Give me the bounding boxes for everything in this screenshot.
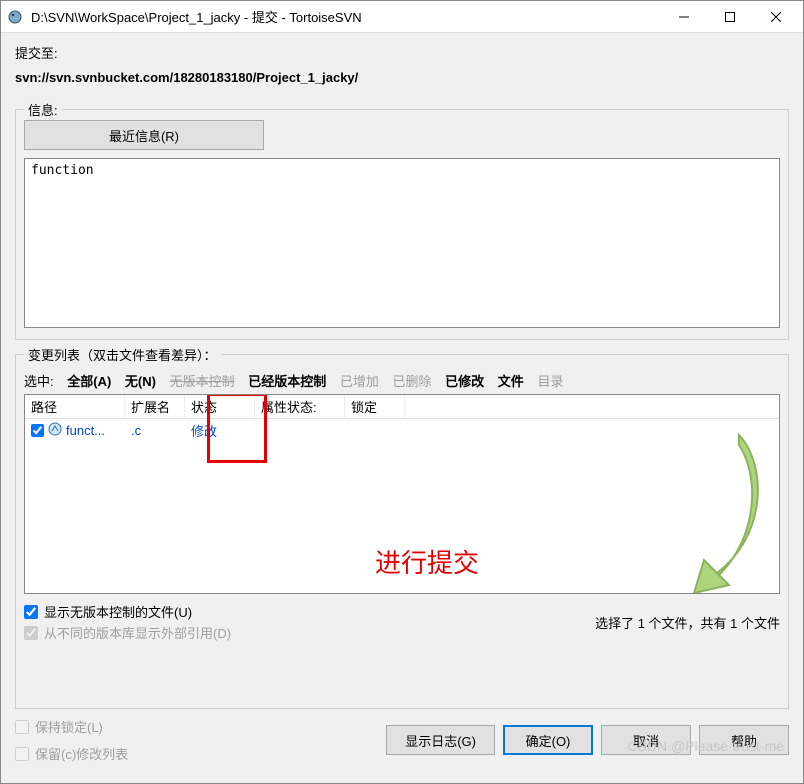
- filter-dirs[interactable]: 目录: [537, 374, 563, 389]
- recent-messages-button[interactable]: 最近信息(R): [24, 120, 264, 150]
- file-list[interactable]: 路径 扩展名 状态 属性状态: 锁定 funct... .c 修改: [24, 394, 780, 594]
- file-list-header: 路径 扩展名 状态 属性状态: 锁定: [25, 395, 779, 419]
- filter-modified[interactable]: 已修改: [445, 374, 484, 389]
- file-ext: .c: [125, 421, 185, 440]
- changelist-legend: 变更列表（双击文件查看差异）：: [24, 345, 221, 364]
- filter-all[interactable]: 全部(A): [67, 374, 111, 389]
- keep-changelist-checkbox: [15, 747, 29, 761]
- message-legend: 信息:: [24, 100, 62, 119]
- keep-changelist-row: 保留(c)修改列表: [15, 744, 378, 763]
- changelist-group: 变更列表（双击文件查看差异）： 选中: 全部(A) 无(N) 无版本控制 已经版…: [15, 354, 789, 709]
- keep-lock-label: 保持锁定(L): [35, 717, 103, 736]
- col-path[interactable]: 路径: [25, 394, 125, 419]
- dialog-body: 提交至: svn://svn.svnbucket.com/18280183180…: [1, 33, 803, 783]
- show-externals-row: 从不同的版本库显示外部引用(D): [24, 623, 231, 642]
- status-row: 显示无版本控制的文件(U) 从不同的版本库显示外部引用(D) 选择了 1 个文件…: [24, 600, 780, 644]
- filter-added[interactable]: 已增加: [340, 374, 379, 389]
- filter-selected-label: 选中:: [24, 374, 54, 389]
- footer: 保持锁定(L) 保留(c)修改列表 显示日志(G) 确定(O) 取消 帮助: [15, 715, 789, 769]
- file-icon: [48, 422, 62, 439]
- selection-status: 选择了 1 个文件，共有 1 个文件: [595, 613, 780, 632]
- commit-dialog: D:\SVN\WorkSpace\Project_1_jacky - 提交 - …: [0, 0, 804, 784]
- filter-unversioned[interactable]: 无版本控制: [170, 374, 235, 389]
- show-log-button[interactable]: 显示日志(G): [386, 725, 495, 755]
- col-status[interactable]: 状态: [185, 394, 255, 419]
- ok-button[interactable]: 确定(O): [503, 725, 593, 755]
- minimize-button[interactable]: [661, 2, 707, 32]
- keep-lock-row: 保持锁定(L): [15, 717, 378, 736]
- maximize-button[interactable]: [707, 2, 753, 32]
- col-lock[interactable]: 锁定: [345, 394, 405, 419]
- filter-files[interactable]: 文件: [498, 374, 524, 389]
- window-title: D:\SVN\WorkSpace\Project_1_jacky - 提交 - …: [31, 7, 661, 26]
- commit-arrow-icon: [649, 425, 769, 594]
- col-prop[interactable]: 属性状态:: [255, 394, 345, 419]
- file-prop: [255, 428, 345, 432]
- show-unversioned-label: 显示无版本控制的文件(U): [44, 602, 192, 621]
- table-row[interactable]: funct... .c 修改: [25, 419, 779, 441]
- col-ext[interactable]: 扩展名: [125, 394, 185, 419]
- filter-deleted[interactable]: 已删除: [393, 374, 432, 389]
- row-checkbox[interactable]: [31, 424, 44, 437]
- recent-messages-label: 最近信息(R): [109, 126, 179, 145]
- close-button[interactable]: [753, 2, 799, 32]
- annotation-text: 进行提交: [375, 543, 479, 580]
- cancel-button[interactable]: 取消: [601, 725, 691, 755]
- repository-url: svn://svn.svnbucket.com/18280183180/Proj…: [15, 70, 789, 85]
- file-status: 修改: [185, 419, 255, 442]
- keep-lock-checkbox: [15, 720, 29, 734]
- keep-changelist-label: 保留(c)修改列表: [35, 744, 128, 763]
- help-button[interactable]: 帮助: [699, 725, 789, 755]
- show-unversioned-row[interactable]: 显示无版本控制的文件(U): [24, 602, 231, 621]
- show-externals-label: 从不同的版本库显示外部引用(D): [44, 623, 231, 642]
- show-unversioned-checkbox[interactable]: [24, 605, 38, 619]
- tortoisesvn-icon: [5, 7, 25, 27]
- window-controls: [661, 2, 799, 32]
- commit-to-label: 提交至:: [15, 43, 789, 62]
- file-lock: [345, 428, 405, 432]
- filter-row: 选中: 全部(A) 无(N) 无版本控制 已经版本控制 已增加 已删除 已修改 …: [24, 371, 780, 390]
- titlebar: D:\SVN\WorkSpace\Project_1_jacky - 提交 - …: [1, 1, 803, 33]
- filter-versioned[interactable]: 已经版本控制: [248, 374, 326, 389]
- file-name: funct...: [66, 423, 105, 438]
- filter-none[interactable]: 无(N): [125, 374, 156, 389]
- show-externals-checkbox: [24, 626, 38, 640]
- message-group: 信息: 最近信息(R): [15, 109, 789, 340]
- commit-message-input[interactable]: [24, 158, 780, 328]
